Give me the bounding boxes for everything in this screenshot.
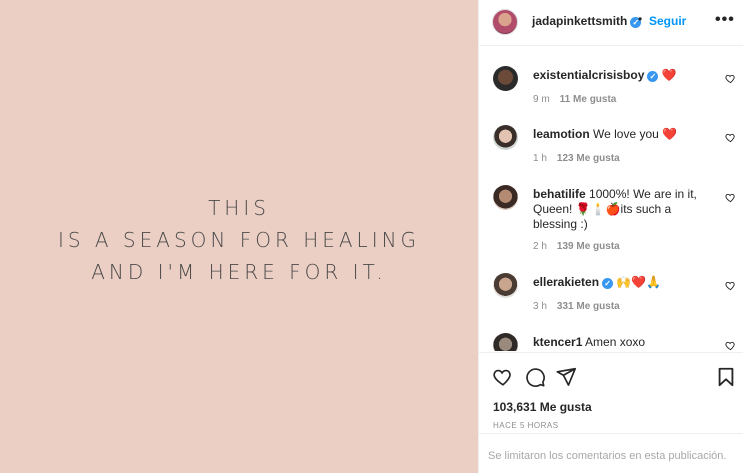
- commenter-avatar[interactable]: [493, 333, 518, 351]
- comment-text: existentialcrisisboy ✓ ❤️: [533, 68, 713, 83]
- quote-line-3: AND I'M HERE FOR IT.: [91, 260, 387, 284]
- follow-button[interactable]: Seguir: [649, 14, 686, 28]
- share-icon[interactable]: [555, 366, 577, 388]
- comment-time[interactable]: 1 h: [533, 153, 547, 164]
- heart-icon[interactable]: [725, 340, 736, 351]
- comment-likes[interactable]: 331 Me gusta: [557, 301, 620, 312]
- comment-likes[interactable]: 139 Me gusta: [557, 241, 620, 252]
- post-side-panel: jadapinkettsmith ✓ • Seguir ••• existenti…: [478, 0, 743, 473]
- heart-icon[interactable]: [725, 132, 736, 143]
- commenter-avatar[interactable]: [493, 125, 518, 150]
- comment-text: ellerakieten ✓ 🙌❤️🙏: [533, 275, 713, 290]
- comments-limited-notice: Se limitaron los comentarios en esta pub…: [479, 433, 743, 473]
- comments-list[interactable]: existentialcrisisboy ✓ ❤️ 9 m 11 Me gusta …: [479, 47, 743, 351]
- comment-content: We love you ❤️: [593, 127, 678, 141]
- author-username-text[interactable]: jadapinkettsmith: [532, 14, 627, 28]
- commenter-avatar[interactable]: [493, 273, 518, 298]
- comment-icon[interactable]: [524, 366, 546, 388]
- verified-badge-icon: ✓: [602, 278, 614, 289]
- commenter-username[interactable]: leamotion: [533, 127, 590, 141]
- heart-icon[interactable]: [492, 366, 514, 388]
- comment-likes[interactable]: 123 Me gusta: [557, 153, 620, 164]
- comment-time[interactable]: 9 m: [533, 94, 550, 105]
- comment-content: 🙌❤️🙏: [616, 275, 662, 289]
- comment-text: leamotion We love you ❤️: [533, 127, 713, 142]
- author-avatar[interactable]: [492, 9, 518, 35]
- heart-icon[interactable]: [725, 280, 736, 291]
- comment-meta: 9 m 11 Me gusta: [533, 94, 616, 105]
- comment-text: behatilife 1000%! We are in it, Queen! 🌹…: [533, 187, 713, 232]
- comment-likes[interactable]: 11 Me gusta: [560, 94, 617, 105]
- likes-count[interactable]: 103,631 Me gusta: [493, 400, 592, 414]
- comment-meta: 1 h 123 Me gusta: [533, 153, 620, 164]
- commenter-avatar[interactable]: [493, 185, 518, 210]
- commenter-username[interactable]: behatilife: [533, 187, 586, 201]
- comment-content: ❤️: [661, 68, 677, 82]
- comment-time[interactable]: 3 h: [533, 301, 547, 312]
- post-timestamp[interactable]: HACE 5 HORAS: [493, 421, 559, 430]
- header-separator: •: [638, 12, 643, 26]
- post-header: jadapinkettsmith ✓ • Seguir •••: [479, 0, 743, 46]
- heart-icon[interactable]: [725, 73, 736, 84]
- comment-time[interactable]: 2 h: [533, 241, 547, 252]
- author-username[interactable]: jadapinkettsmith ✓: [532, 14, 642, 28]
- commenter-username[interactable]: ellerakieten: [533, 275, 599, 289]
- commenter-avatar[interactable]: [493, 66, 518, 91]
- comment-meta: 2 h 139 Me gusta: [533, 241, 620, 252]
- bookmark-icon[interactable]: [715, 366, 737, 388]
- verified-badge-icon: ✓: [647, 71, 659, 82]
- commenter-username[interactable]: ktencer1: [533, 335, 582, 349]
- comment-meta: 3 h 331 Me gusta: [533, 301, 620, 312]
- post-quote: THIS IS A SEASON FOR HEALING AND I'M HER…: [0, 192, 478, 288]
- more-options-icon[interactable]: •••: [715, 11, 735, 29]
- quote-line-2: IS A SEASON FOR HEALING: [57, 228, 421, 252]
- comment-text: ktencer1 Amen xoxo: [533, 335, 713, 350]
- post-actions: 103,631 Me gusta HACE 5 HORAS: [479, 352, 743, 432]
- quote-line-1: THIS: [208, 196, 270, 220]
- post-image[interactable]: THIS IS A SEASON FOR HEALING AND I'M HER…: [0, 0, 478, 473]
- heart-icon[interactable]: [725, 192, 736, 203]
- commenter-username[interactable]: existentialcrisisboy: [533, 68, 644, 82]
- comment-content: Amen xoxo: [585, 335, 646, 349]
